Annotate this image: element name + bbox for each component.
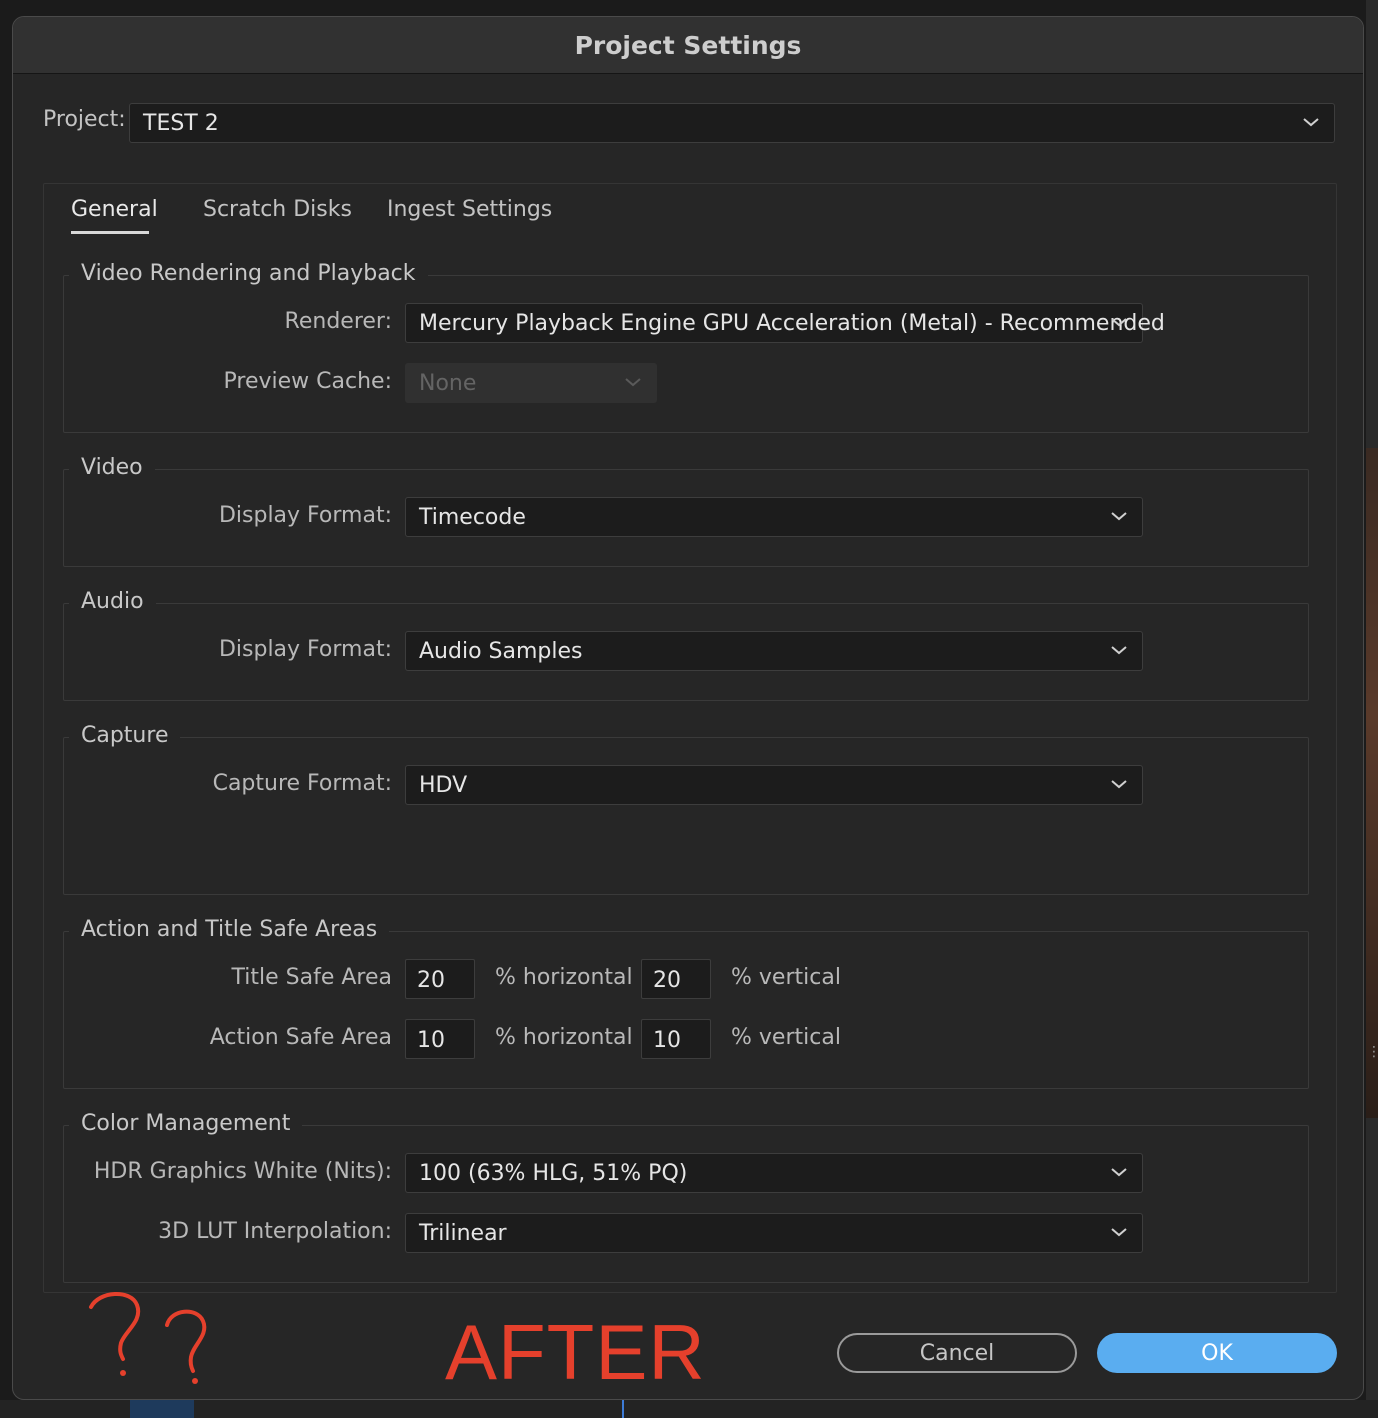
chevron-down-icon: [1303, 118, 1319, 127]
preview-cache-label: Preview Cache:: [223, 369, 392, 394]
group-color-management: [63, 1125, 1309, 1283]
dialog-title: Project Settings: [13, 17, 1363, 74]
capture-format-value: HDV: [419, 772, 468, 798]
capture-format-label: Capture Format:: [212, 771, 392, 796]
cancel-button[interactable]: Cancel: [837, 1333, 1077, 1373]
capture-format-dropdown[interactable]: HDV: [405, 765, 1143, 805]
ok-button[interactable]: OK: [1097, 1333, 1337, 1373]
video-display-format-value: Timecode: [419, 504, 526, 530]
group-title-capture: Capture: [69, 723, 181, 748]
tab-general[interactable]: General: [71, 197, 158, 222]
project-dropdown[interactable]: TEST 2: [129, 103, 1335, 143]
lut-interpolation-dropdown[interactable]: Trilinear: [405, 1213, 1143, 1253]
action-safe-vertical-input[interactable]: 10: [641, 1019, 711, 1059]
background-playhead: [622, 1400, 624, 1418]
group-title-video-rendering: Video Rendering and Playback: [69, 261, 428, 286]
project-label: Project:: [43, 107, 126, 132]
project-dropdown-value: TEST 2: [143, 110, 219, 136]
lut-interpolation-value: Trilinear: [419, 1220, 507, 1246]
question-marks-annotation: [89, 1291, 207, 1384]
audio-display-format-label: Display Format:: [218, 637, 392, 662]
group-title-audio: Audio: [69, 589, 156, 614]
preview-cache-value: None: [419, 370, 477, 396]
hdr-white-value: 100 (63% HLG, 51% PQ): [419, 1160, 688, 1186]
group-video-rendering: [63, 275, 1309, 433]
background-clip: [130, 1400, 194, 1418]
group-safe-areas: [63, 931, 1309, 1089]
chevron-down-icon: [1111, 780, 1127, 789]
chevron-down-icon: [1111, 1228, 1127, 1237]
chevron-down-icon: [1111, 318, 1127, 327]
project-settings-dialog: Project Settings Project: TEST 2 General…: [12, 16, 1364, 1400]
renderer-dropdown[interactable]: Mercury Playback Engine GPU Acceleration…: [405, 303, 1165, 343]
title-safe-vertical-unit: % vertical: [731, 965, 841, 990]
chevron-down-icon: [625, 378, 641, 387]
hdr-white-label: HDR Graphics White (Nits):: [93, 1159, 392, 1184]
after-annotation: AFTER: [445, 1308, 706, 1396]
preview-cache-dropdown: None: [405, 363, 657, 403]
lut-interpolation-label: 3D LUT Interpolation:: [158, 1219, 392, 1244]
renderer-label: Renderer:: [284, 309, 392, 334]
chevron-down-icon: [1111, 1168, 1127, 1177]
background-glyph: ⋮: [1367, 1044, 1378, 1060]
title-safe-vertical-input[interactable]: 20: [641, 959, 711, 999]
video-display-format-dropdown[interactable]: Timecode: [405, 497, 1143, 537]
audio-display-format-dropdown[interactable]: Audio Samples: [405, 631, 1143, 671]
background-video-thumbnail: [1366, 448, 1378, 1118]
title-safe-label: Title Safe Area: [231, 965, 393, 990]
action-safe-horizontal-input[interactable]: 10: [405, 1019, 475, 1059]
video-display-format-label: Display Format:: [218, 503, 392, 528]
renderer-value: Mercury Playback Engine GPU Acceleration…: [419, 310, 1165, 336]
group-title-safe-areas: Action and Title Safe Areas: [69, 917, 390, 942]
tab-ingest-settings[interactable]: Ingest Settings: [387, 197, 552, 222]
group-title-color-management: Color Management: [69, 1111, 303, 1136]
action-safe-label: Action Safe Area: [209, 1025, 392, 1050]
chevron-down-icon: [1111, 512, 1127, 521]
title-safe-horizontal-unit: % horizontal: [495, 965, 633, 990]
active-tab-indicator: [71, 231, 149, 234]
hdr-white-dropdown[interactable]: 100 (63% HLG, 51% PQ): [405, 1153, 1143, 1193]
background-app-edge: ⋮: [1366, 0, 1378, 1418]
chevron-down-icon: [1111, 646, 1127, 655]
group-title-video: Video: [69, 455, 155, 480]
action-safe-horizontal-unit: % horizontal: [495, 1025, 633, 1050]
group-capture: [63, 737, 1309, 895]
background-timeline-strip: [0, 1400, 1378, 1418]
action-safe-vertical-unit: % vertical: [731, 1025, 841, 1050]
title-safe-horizontal-input[interactable]: 20: [405, 959, 475, 999]
audio-display-format-value: Audio Samples: [419, 638, 583, 664]
tab-scratch-disks[interactable]: Scratch Disks: [203, 197, 352, 222]
